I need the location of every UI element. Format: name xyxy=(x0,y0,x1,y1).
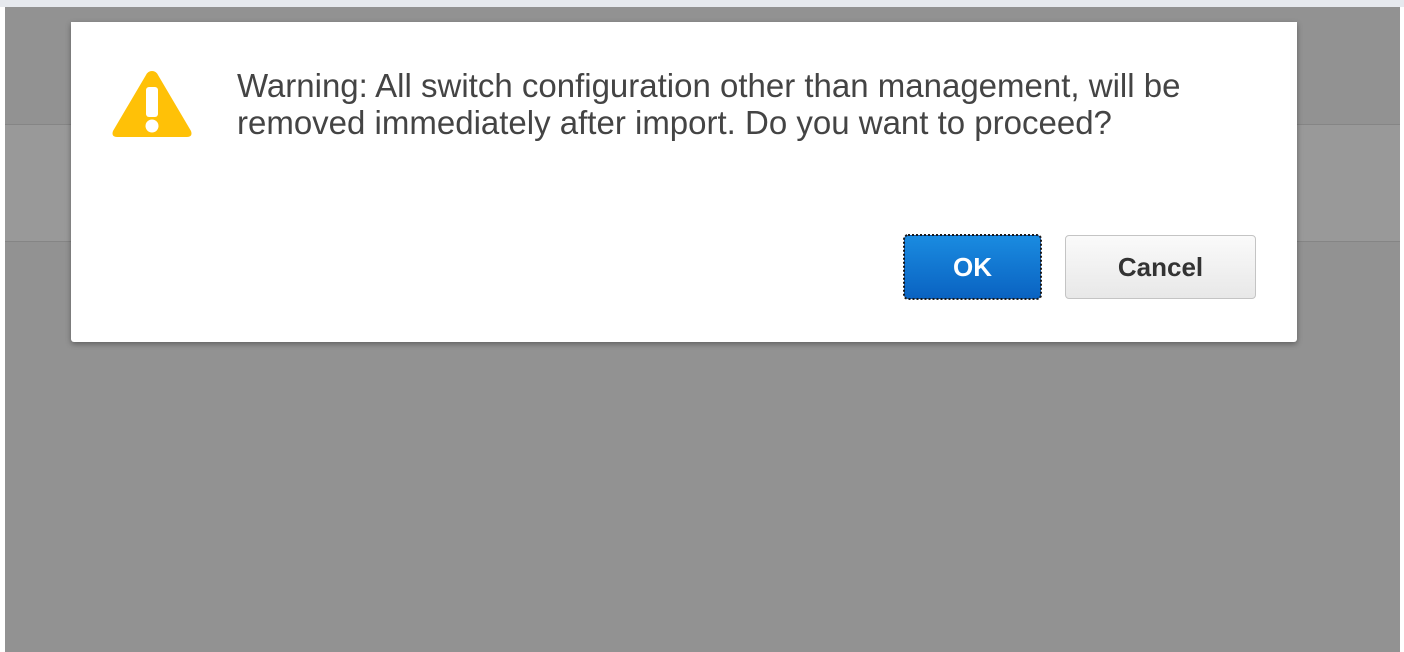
top-bar xyxy=(0,0,1404,7)
right-edge xyxy=(1400,7,1404,652)
confirm-dialog: Warning: All switch configuration other … xyxy=(71,22,1297,342)
cancel-button[interactable]: Cancel xyxy=(1065,235,1256,299)
dialog-message: Warning: All switch configuration other … xyxy=(237,67,1181,141)
ok-button[interactable]: OK xyxy=(903,234,1042,300)
warning-triangle-icon xyxy=(112,71,192,137)
